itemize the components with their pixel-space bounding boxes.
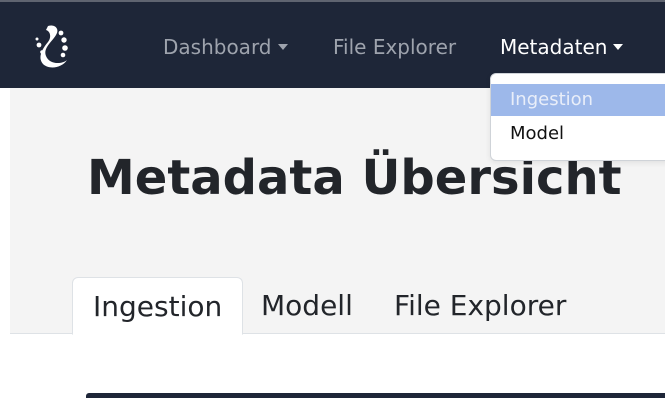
dropdown-item-ingestion-label: Ingestion — [510, 89, 594, 110]
nav-file-explorer[interactable]: File Explorer — [333, 35, 456, 59]
content-panel-top-edge — [86, 393, 665, 398]
nav-dashboard-label: Dashboard — [163, 35, 272, 59]
nav-metadaten[interactable]: Metadaten — [500, 35, 624, 59]
dropdown-item-model-label: Model — [510, 123, 565, 144]
dropdown-item-ingestion[interactable]: Ingestion — [491, 84, 665, 116]
tab-ingestion[interactable]: Ingestion — [72, 277, 244, 335]
octopus-tentacle-logo-icon[interactable] — [34, 22, 72, 72]
dropdown-item-model[interactable]: Model — [491, 118, 665, 150]
nav-metadaten-label: Metadaten — [500, 35, 608, 59]
tab-file-explorer[interactable]: File Explorer — [374, 277, 586, 334]
nav-file-explorer-label: File Explorer — [333, 35, 457, 59]
metadaten-dropdown-menu: Ingestion Model — [490, 73, 665, 161]
nav-dashboard[interactable]: Dashboard — [163, 35, 288, 59]
tab-modell[interactable]: Modell — [241, 277, 373, 334]
caret-down-icon — [277, 44, 288, 50]
tab-modell-label: Modell — [261, 289, 353, 322]
tab-bar: Ingestion Modell File Explorer — [10, 277, 665, 335]
tab-ingestion-label: Ingestion — [93, 290, 223, 323]
tab-file-explorer-label: File Explorer — [394, 289, 567, 322]
caret-down-icon — [613, 44, 624, 50]
